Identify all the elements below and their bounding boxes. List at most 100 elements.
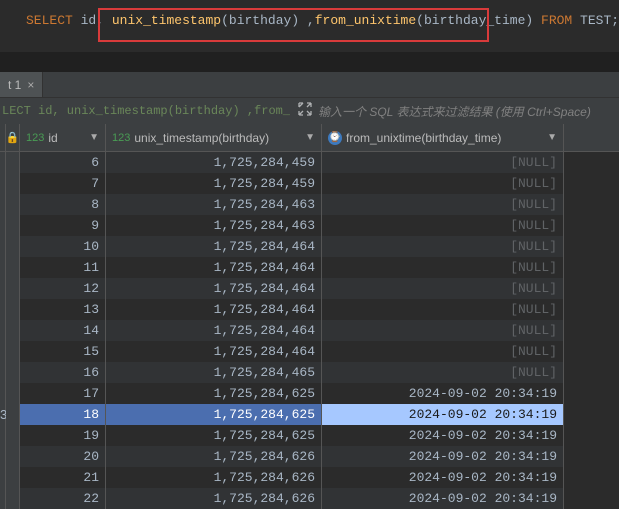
tab-bar: t 1 × <box>0 72 619 98</box>
table-row[interactable]: 101,725,284,464[NULL] <box>0 236 619 257</box>
table-row[interactable]: 221,725,284,6262024-09-02 20:34:19 <box>0 488 619 509</box>
cell-from-unixtime[interactable]: [NULL] <box>322 341 564 362</box>
cell-from-unixtime[interactable]: 2024-09-02 20:34:19 <box>322 467 564 488</box>
cell-unix-timestamp[interactable]: 1,725,284,464 <box>106 320 322 341</box>
table-row[interactable]: 151,725,284,464 [NULL] <box>0 341 619 362</box>
close-icon[interactable]: × <box>27 78 34 92</box>
cell-from-unixtime[interactable]: [NULL] <box>322 362 564 383</box>
cell-id[interactable]: 16 <box>20 362 106 383</box>
sql-editor[interactable]: SELECT id, unix_timestamp(birthday) ,fro… <box>0 0 619 52</box>
null-value: [NULL] <box>510 344 557 359</box>
header-label-ft: from_unixtime(birthday_time) <box>346 131 501 145</box>
cell-unix-timestamp[interactable]: 1,725,284,626 <box>106 488 322 509</box>
table-row[interactable]: 111,725,284,464[NULL] <box>0 257 619 278</box>
cell-from-unixtime[interactable]: [NULL] <box>322 194 564 215</box>
cell-lock <box>6 173 20 194</box>
cell-from-unixtime[interactable]: [NULL] <box>322 278 564 299</box>
cell-id[interactable]: 12 <box>20 278 106 299</box>
table-row[interactable]: 211,725,284,6262024-09-02 20:34:19 <box>0 467 619 488</box>
cell-lock <box>6 467 20 488</box>
chevron-down-icon[interactable]: ▼ <box>89 132 99 143</box>
cell-from-unixtime[interactable]: [NULL] <box>322 236 564 257</box>
cell-id[interactable]: 13 <box>20 299 106 320</box>
cell-unix-timestamp[interactable]: 1,725,284,625 <box>106 383 322 404</box>
cell-unix-timestamp[interactable]: 1,725,284,463 <box>106 194 322 215</box>
chevron-down-icon[interactable]: ▼ <box>547 132 557 143</box>
cell-unix-timestamp[interactable]: 1,725,284,463 <box>106 215 322 236</box>
type-badge-number: 123 <box>26 132 44 144</box>
cell-lock <box>6 404 20 425</box>
table-row[interactable]: 71,725,284,459[NULL] <box>0 173 619 194</box>
cell-from-unixtime[interactable]: 2024-09-02 20:34:19 <box>322 446 564 467</box>
cell-id[interactable]: 11 <box>20 257 106 278</box>
fn-from-unixtime: from_unixtime <box>315 13 416 28</box>
table-row[interactable]: 61,725,284,459 [NULL] <box>0 152 619 173</box>
cell-id[interactable]: 6 <box>20 152 106 173</box>
cell-unix-timestamp[interactable]: 1,725,284,625 <box>106 425 322 446</box>
cell-from-unixtime[interactable]: [NULL] <box>322 215 564 236</box>
cell-id[interactable]: 7 <box>20 173 106 194</box>
paren-open2: ( <box>416 13 424 28</box>
table-row[interactable]: 121,725,284,464[NULL] <box>0 278 619 299</box>
kw-select: SELECT <box>26 13 73 28</box>
result-grid: 🔒 123id ▼ 123unix_timestamp(birthday) ▼ … <box>0 124 619 509</box>
null-value: [NULL] <box>510 155 557 170</box>
cell-from-unixtime[interactable]: 2024-09-02 20:34:19 <box>322 488 564 509</box>
filter-hint[interactable]: 输入一个 SQL 表达式来过滤结果 (使用 Ctrl+Space) <box>318 103 591 120</box>
cell-unix-timestamp[interactable]: 1,725,284,459 <box>106 173 322 194</box>
result-sql-text: LECT id, unix_timestamp(birthday) ,from_… <box>2 104 290 118</box>
cell-id[interactable]: 15 <box>20 341 106 362</box>
header-lock[interactable]: 🔒 <box>6 124 20 151</box>
table-row[interactable]: 201,725,284,6262024-09-02 20:34:19 <box>0 446 619 467</box>
cell-unix-timestamp[interactable]: 1,725,284,464 <box>106 236 322 257</box>
cell-from-unixtime[interactable]: [NULL] <box>322 173 564 194</box>
table-row[interactable]: 91,725,284,463[NULL] <box>0 215 619 236</box>
cell-from-unixtime[interactable]: 2024-09-02 20:34:19 <box>322 404 564 425</box>
cell-from-unixtime[interactable]: [NULL] <box>322 320 564 341</box>
cell-lock <box>6 236 20 257</box>
table-row[interactable]: 3181,725,284,6252024-09-02 20:34:19 <box>0 404 619 425</box>
cell-id[interactable]: 18 <box>20 404 106 425</box>
comma2: , <box>299 13 315 28</box>
cell-unix-timestamp[interactable]: 1,725,284,626 <box>106 446 322 467</box>
expand-icon[interactable] <box>298 102 312 120</box>
cell-unix-timestamp[interactable]: 1,725,284,464 <box>106 278 322 299</box>
type-badge-number: 123 <box>112 132 130 144</box>
header-col-from-unixtime[interactable]: ⌚from_unixtime(birthday_time) ▼ <box>322 124 564 151</box>
cell-from-unixtime[interactable]: [NULL] <box>322 152 564 173</box>
cell-from-unixtime[interactable]: 2024-09-02 20:34:19 <box>322 383 564 404</box>
table-row[interactable]: 81,725,284,463[NULL] <box>0 194 619 215</box>
cell-lock <box>6 215 20 236</box>
cell-lock <box>6 278 20 299</box>
cell-unix-timestamp[interactable]: 1,725,284,464 <box>106 257 322 278</box>
cell-id[interactable]: 22 <box>20 488 106 509</box>
table-row[interactable]: 161,725,284,465[NULL] <box>0 362 619 383</box>
cell-id[interactable]: 14 <box>20 320 106 341</box>
result-tab[interactable]: t 1 × <box>0 72 43 97</box>
cell-id[interactable]: 19 <box>20 425 106 446</box>
cell-id[interactable]: 8 <box>20 194 106 215</box>
cell-id[interactable]: 20 <box>20 446 106 467</box>
cell-from-unixtime[interactable]: 2024-09-02 20:34:19 <box>322 425 564 446</box>
cell-unix-timestamp[interactable]: 1,725,284,464 <box>106 341 322 362</box>
cell-from-unixtime[interactable]: [NULL] <box>322 299 564 320</box>
chevron-down-icon[interactable]: ▼ <box>305 132 315 143</box>
header-col-id[interactable]: 123 id ▼ <box>20 124 106 151</box>
cell-id[interactable]: 21 <box>20 467 106 488</box>
table-row[interactable]: 131,725,284,464[NULL] <box>0 299 619 320</box>
table-row[interactable]: 191,725,284,6252024-09-02 20:34:19 <box>0 425 619 446</box>
cell-id[interactable]: 9 <box>20 215 106 236</box>
header-col-unix-timestamp[interactable]: 123unix_timestamp(birthday) ▼ <box>106 124 322 151</box>
cell-unix-timestamp[interactable]: 1,725,284,464 <box>106 299 322 320</box>
paren-close2: ) <box>525 13 533 28</box>
header-label-id: id <box>48 131 57 145</box>
cell-id[interactable]: 10 <box>20 236 106 257</box>
table-row[interactable]: 141,725,284,464[NULL] <box>0 320 619 341</box>
cell-unix-timestamp[interactable]: 1,725,284,625 <box>106 404 322 425</box>
table-row[interactable]: 171,725,284,6252024-09-02 20:34:19 <box>0 383 619 404</box>
cell-id[interactable]: 17 <box>20 383 106 404</box>
cell-unix-timestamp[interactable]: 1,725,284,459 <box>106 152 322 173</box>
cell-unix-timestamp[interactable]: 1,725,284,465 <box>106 362 322 383</box>
cell-unix-timestamp[interactable]: 1,725,284,626 <box>106 467 322 488</box>
cell-from-unixtime[interactable]: [NULL] <box>322 257 564 278</box>
